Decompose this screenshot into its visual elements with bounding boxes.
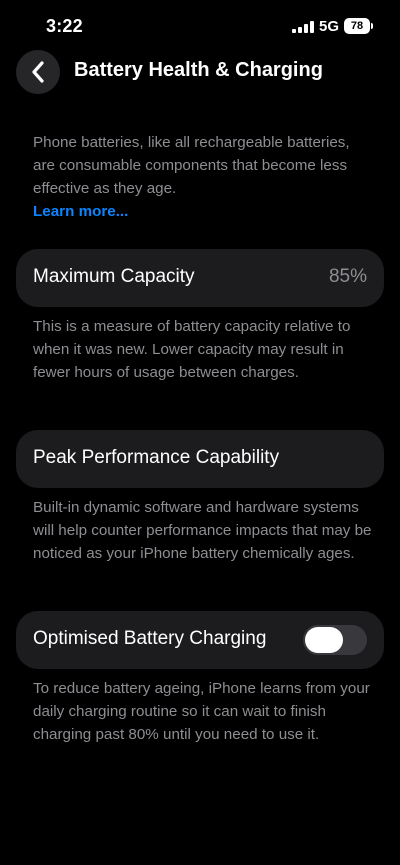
optimised-charging-label: Optimised Battery Charging: [33, 628, 267, 649]
optimised-charging-row: Optimised Battery Charging: [16, 611, 384, 669]
battery-icon: 78: [344, 18, 370, 34]
learn-more-link[interactable]: Learn more...: [33, 203, 128, 220]
page-title: Battery Health & Charging: [74, 59, 323, 81]
toggle-knob: [305, 627, 343, 653]
battery-tip: [371, 23, 373, 29]
status-bar: 3:22 5G 78: [0, 0, 400, 50]
battery-level: 78: [350, 20, 364, 32]
back-button[interactable]: [16, 50, 60, 94]
optimised-charging-toggle[interactable]: [303, 625, 367, 655]
peak-performance-label: Peak Performance Capability: [33, 447, 280, 468]
intro-description: Phone batteries, like all rechargeable b…: [33, 131, 373, 223]
peak-performance-row[interactable]: Peak Performance Capability: [16, 430, 384, 488]
signal-icon: [292, 21, 314, 33]
optimised-charging-description: To reduce battery ageing, iPhone learns …: [33, 680, 370, 743]
peak-performance-description: Built-in dynamic software and hardware s…: [33, 499, 372, 562]
intro-text: Phone batteries, like all rechargeable b…: [33, 134, 350, 197]
chevron-left-icon: [32, 61, 44, 83]
max-capacity-description: This is a measure of battery capacity re…: [33, 318, 351, 381]
navigation-bar: Battery Health & Charging: [0, 46, 400, 98]
max-capacity-value: 85%: [328, 266, 367, 287]
network-type: 5G: [319, 18, 340, 35]
max-capacity-label: Maximum Capacity: [33, 266, 195, 287]
status-time: 3:22: [46, 16, 83, 36]
max-capacity-row: Maximum Capacity 85%: [16, 249, 384, 307]
